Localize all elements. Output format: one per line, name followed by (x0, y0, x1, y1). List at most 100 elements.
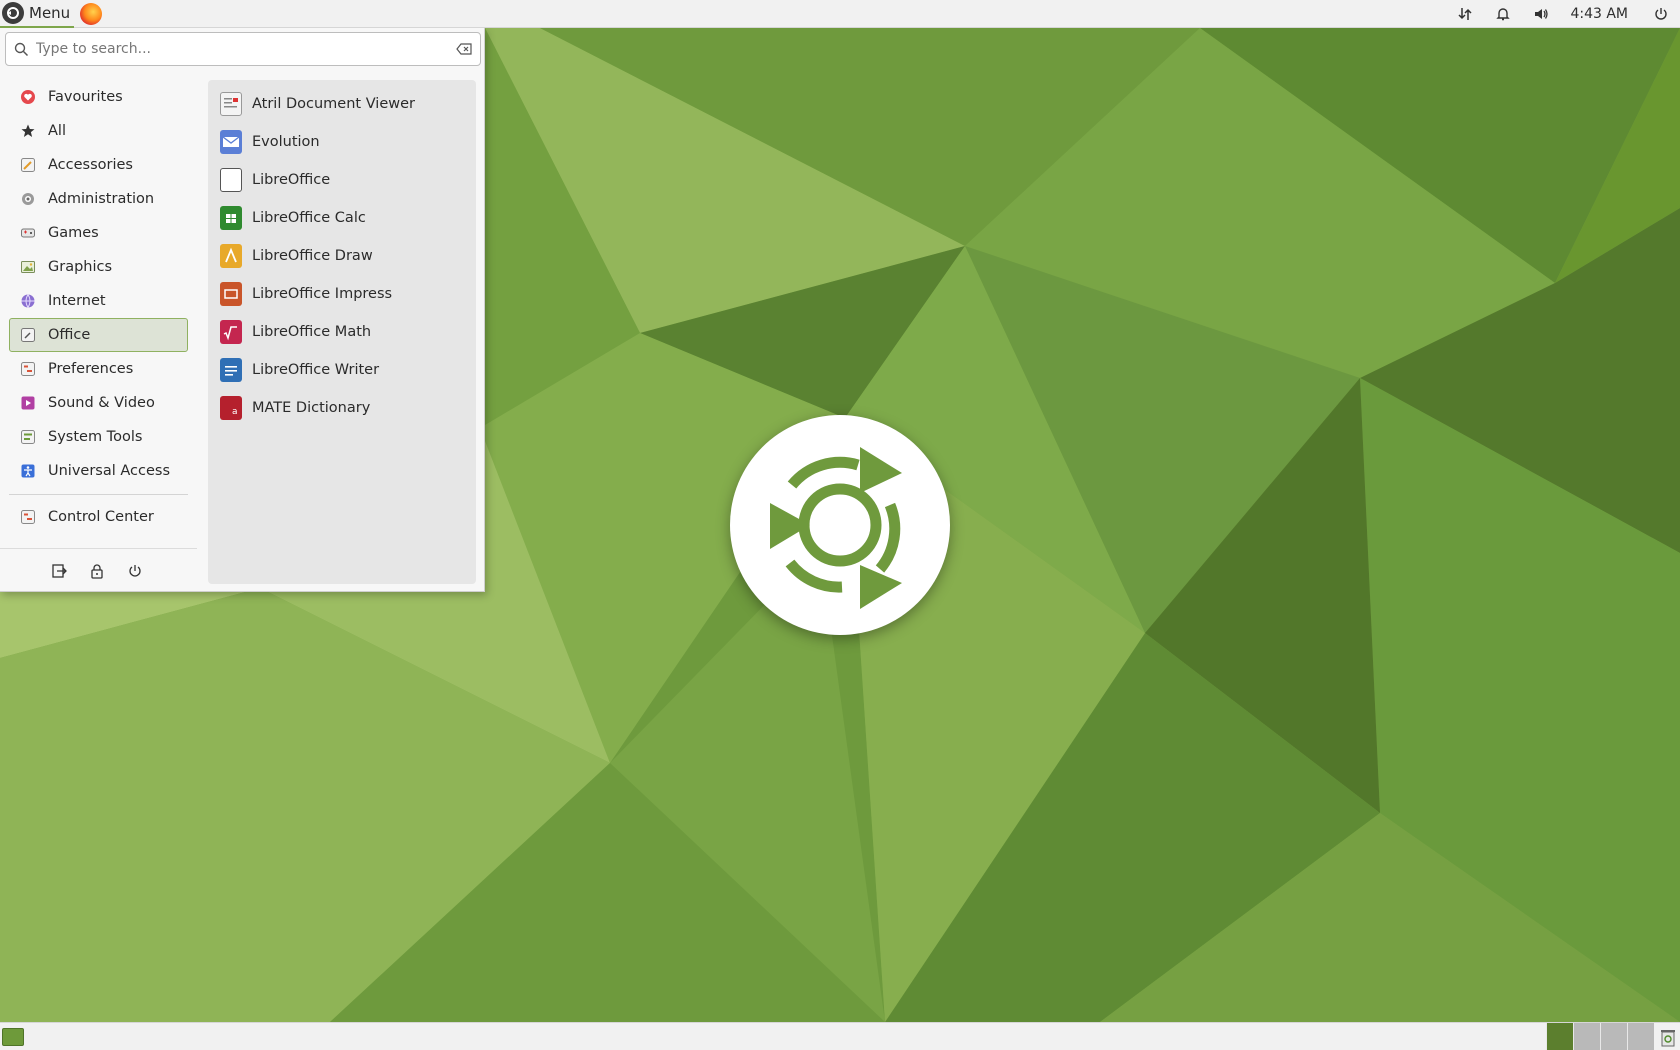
libreoffice-math-icon (220, 320, 242, 344)
category-label: Sound & Video (48, 395, 155, 411)
category-separator (9, 494, 188, 495)
search-box[interactable] (5, 32, 481, 66)
category-administration[interactable]: Administration (9, 182, 188, 216)
libreoffice-icon (220, 168, 242, 192)
category-all[interactable]: All (9, 114, 188, 148)
app-label: LibreOffice (252, 172, 331, 188)
svg-text:a: a (232, 407, 238, 417)
app-libreoffice[interactable]: LibreOffice (208, 161, 476, 199)
category-games[interactable]: Games (9, 216, 188, 250)
app-label: Atril Document Viewer (252, 96, 415, 112)
session-actions (40, 558, 154, 584)
category-label: Office (48, 327, 91, 343)
session-separator (0, 548, 197, 549)
category-preferences[interactable]: Preferences (9, 352, 188, 386)
app-label: LibreOffice Writer (252, 362, 380, 378)
office-icon (20, 327, 36, 343)
libreoffice-impress-icon (220, 282, 242, 306)
system-tray: 4:43 AM (1446, 0, 1680, 28)
category-label: Administration (48, 191, 155, 207)
control-center-item[interactable]: Control Center (9, 500, 188, 534)
category-label: Accessories (48, 157, 133, 173)
universal-access-icon (20, 463, 36, 479)
application-list: Atril Document Viewer Evolution LibreOff… (208, 80, 476, 584)
app-libreoffice-calc[interactable]: LibreOffice Calc (208, 199, 476, 237)
power-icon[interactable] (1642, 0, 1680, 28)
evolution-icon (220, 130, 242, 154)
control-center-icon (20, 509, 36, 525)
application-menu: Favourites All Accessories Administratio… (0, 28, 485, 592)
dictionary-icon: a (220, 396, 242, 420)
category-accessories[interactable]: Accessories (9, 148, 188, 182)
category-sound-video[interactable]: Sound & Video (9, 386, 188, 420)
workspace-switcher (1546, 1023, 1654, 1050)
show-desktop-icon[interactable] (2, 1028, 24, 1046)
libreoffice-writer-icon (220, 358, 242, 382)
bottom-panel (0, 1022, 1680, 1050)
workspace-1[interactable] (1546, 1023, 1573, 1050)
control-center-container: Control Center (9, 500, 188, 534)
category-list: Favourites All Accessories Administratio… (9, 80, 188, 488)
category-system-tools[interactable]: System Tools (9, 420, 188, 454)
category-universal-access[interactable]: Universal Access (9, 454, 188, 488)
heart-icon (20, 89, 36, 105)
category-label: Internet (48, 293, 106, 309)
app-label: LibreOffice Impress (252, 286, 393, 302)
category-label: Preferences (48, 361, 134, 377)
bell-icon[interactable] (1484, 0, 1522, 28)
category-internet[interactable]: Internet (9, 284, 188, 318)
logout-icon[interactable] (40, 558, 78, 584)
games-icon (20, 225, 36, 241)
workspace-2[interactable] (1573, 1023, 1600, 1050)
category-label: Graphics (48, 259, 113, 275)
workspace-3[interactable] (1600, 1023, 1627, 1050)
category-label: Games (48, 225, 99, 241)
trash-icon[interactable] (1658, 1027, 1678, 1047)
menu-label: Menu (29, 3, 71, 22)
main-menu-button[interactable]: Menu (0, 0, 75, 28)
internet-icon (20, 293, 36, 309)
app-label: LibreOffice Math (252, 324, 372, 340)
app-libreoffice-writer[interactable]: LibreOffice Writer (208, 351, 476, 389)
volume-icon[interactable] (1522, 0, 1560, 28)
atril-icon (220, 92, 242, 116)
app-libreoffice-math[interactable]: LibreOffice Math (208, 313, 476, 351)
control-center-label: Control Center (48, 509, 154, 525)
clear-search-icon[interactable] (448, 43, 480, 55)
libreoffice-draw-icon (220, 244, 242, 268)
app-label: LibreOffice Calc (252, 210, 366, 226)
search-input[interactable] (36, 41, 448, 57)
category-office[interactable]: Office (9, 318, 188, 352)
lock-icon[interactable] (78, 558, 116, 584)
category-label: All (48, 123, 66, 139)
administration-icon (20, 191, 36, 207)
libreoffice-calc-icon (220, 206, 242, 230)
app-label: LibreOffice Draw (252, 248, 373, 264)
search-icon (6, 42, 36, 57)
firefox-icon[interactable] (80, 2, 103, 25)
app-label: MATE Dictionary (252, 400, 371, 416)
mate-menu-icon (2, 1, 24, 24)
app-libreoffice-draw[interactable]: LibreOffice Draw (208, 237, 476, 275)
clock[interactable]: 4:43 AM (1570, 6, 1628, 22)
ubuntu-mate-logo (730, 415, 950, 635)
category-graphics[interactable]: Graphics (9, 250, 188, 284)
workspace-4[interactable] (1627, 1023, 1654, 1050)
category-favourites[interactable]: Favourites (9, 80, 188, 114)
graphics-icon (20, 259, 36, 275)
preferences-icon (20, 361, 36, 377)
app-evolution[interactable]: Evolution (208, 123, 476, 161)
category-label: Favourites (48, 89, 123, 105)
app-mate-dictionary[interactable]: a MATE Dictionary (208, 389, 476, 427)
category-label: Universal Access (48, 463, 171, 479)
app-label: Evolution (252, 134, 320, 150)
accessories-icon (20, 157, 36, 173)
shutdown-icon[interactable] (116, 558, 154, 584)
app-atril-document-viewer[interactable]: Atril Document Viewer (208, 85, 476, 123)
system-tools-icon (20, 429, 36, 445)
network-icon[interactable] (1446, 0, 1484, 28)
top-panel: Menu 4:43 AM (0, 0, 1680, 28)
category-label: System Tools (48, 429, 143, 445)
app-libreoffice-impress[interactable]: LibreOffice Impress (208, 275, 476, 313)
star-icon (20, 123, 36, 139)
